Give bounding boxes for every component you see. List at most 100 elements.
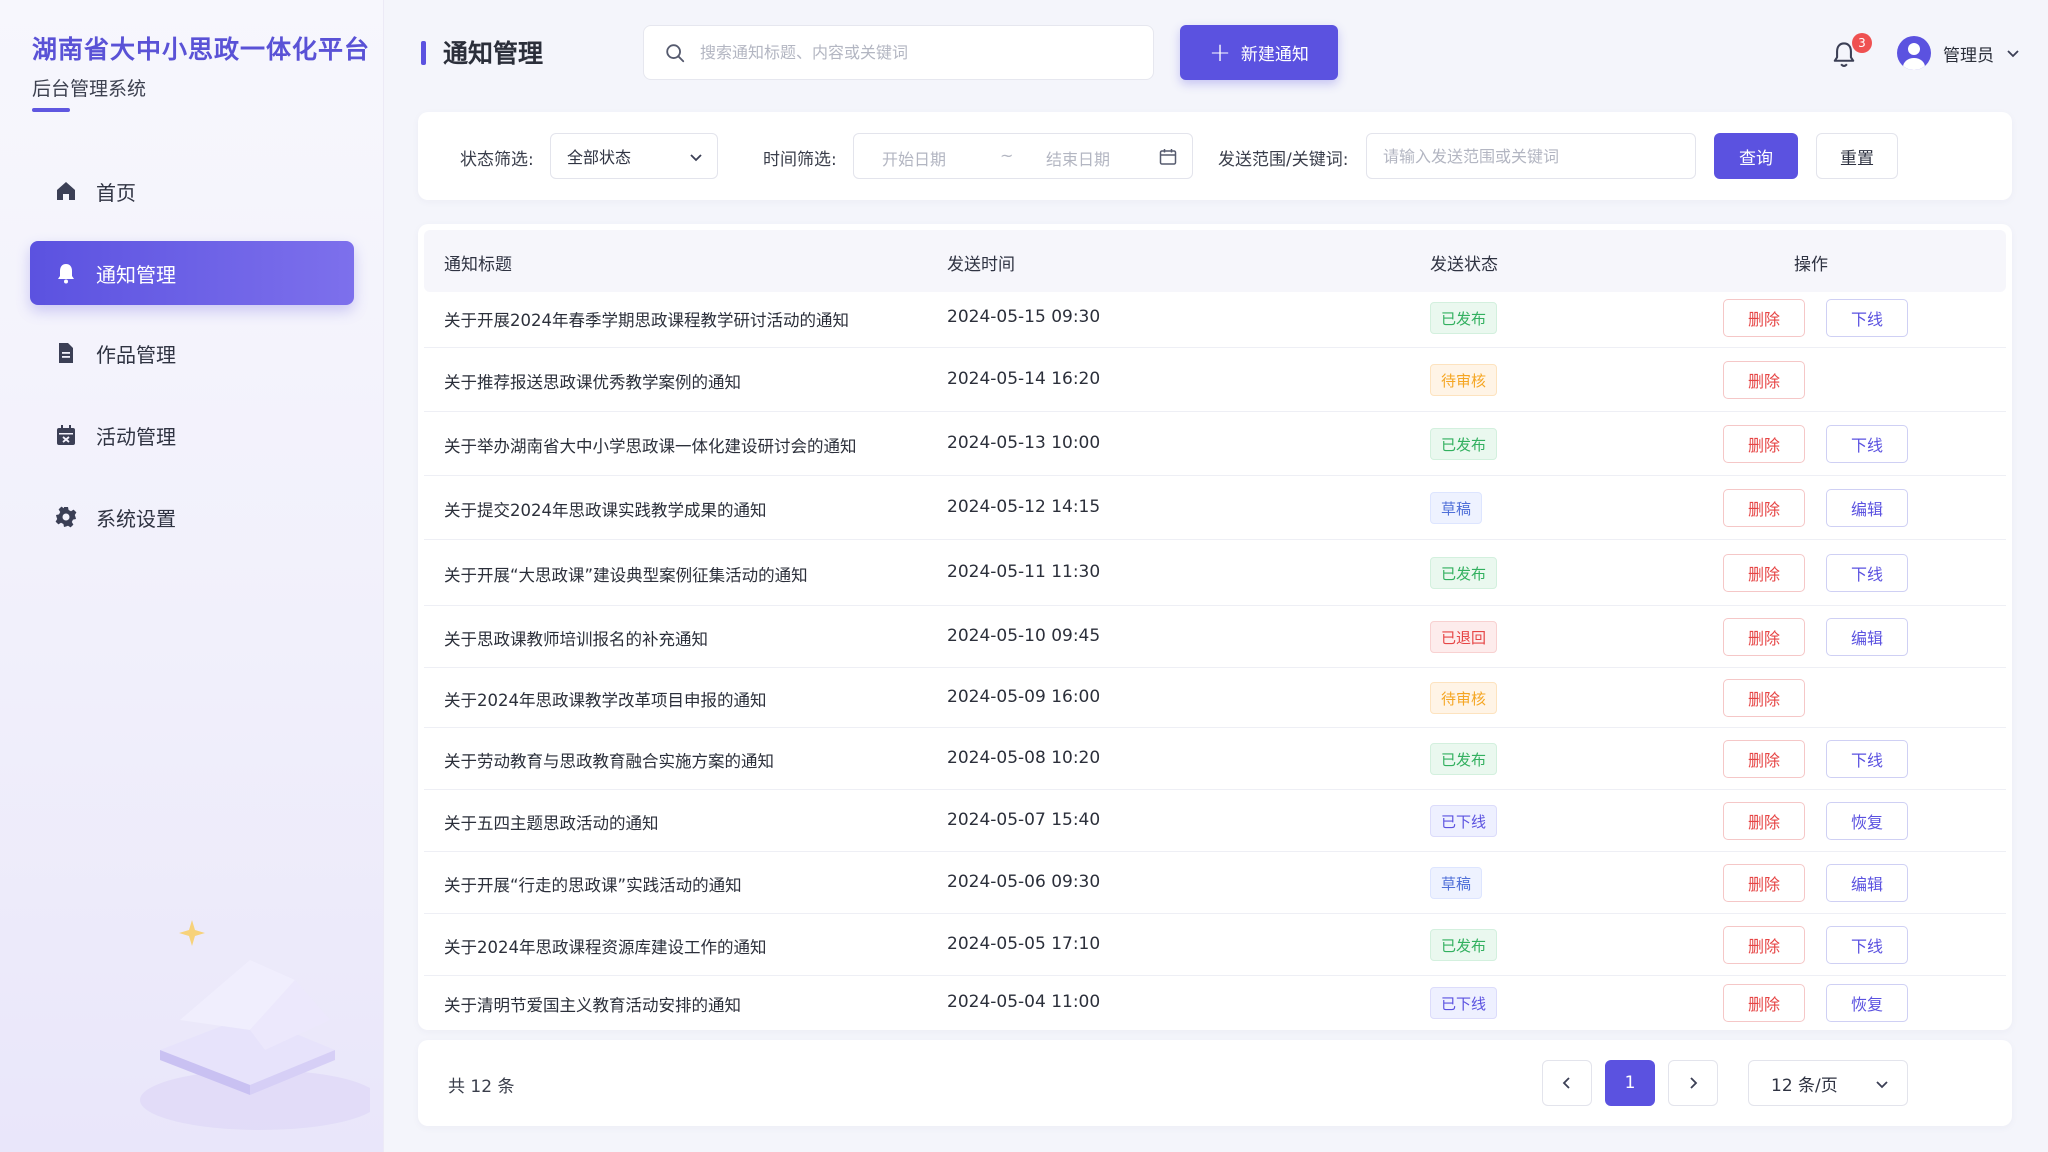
delete-button[interactable]: 删除 — [1723, 864, 1805, 902]
page-size-value: 12 条/页 — [1771, 1075, 1838, 1096]
chevron-down-icon — [2007, 50, 2019, 58]
delete-button[interactable]: 删除 — [1723, 926, 1805, 964]
pagination-bar: 共 12 条 1 12 条/页 — [418, 1040, 2012, 1126]
sidebar-item-home[interactable]: 首页 — [30, 159, 354, 223]
delete-button[interactable]: 删除 — [1723, 984, 1805, 1022]
row-action-button[interactable]: 编辑 — [1826, 864, 1908, 902]
sidebar-item-activities[interactable]: 活动管理 — [30, 403, 354, 467]
table-row: 关于举办湖南省大中小学思政课一体化建设研讨会的通知 2024-05-13 10:0… — [424, 412, 2006, 476]
send-time: 2024-05-12 14:15 — [947, 497, 1101, 517]
page-size-select[interactable]: 12 条/页 — [1748, 1060, 1908, 1106]
page-title-accent — [421, 41, 426, 65]
delete-button[interactable]: 删除 — [1723, 299, 1805, 337]
bell-icon — [52, 259, 80, 287]
send-time: 2024-05-10 09:45 — [947, 626, 1101, 646]
send-time: 2024-05-09 16:00 — [947, 687, 1101, 707]
search-box — [643, 25, 1154, 80]
reset-button[interactable]: 重置 — [1816, 133, 1898, 179]
status-badge: 已下线 — [1430, 805, 1498, 837]
user-name: 管理员 — [1943, 45, 1994, 66]
delete-button[interactable]: 删除 — [1723, 425, 1805, 463]
row-action-button[interactable]: 下线 — [1826, 425, 1908, 463]
book-illustration — [140, 920, 370, 1130]
row-action-button[interactable]: 恢复 — [1826, 802, 1908, 840]
search-icon — [666, 43, 685, 62]
row-action-button[interactable]: 编辑 — [1826, 618, 1908, 656]
chevron-down-icon — [690, 154, 702, 162]
next-page-button[interactable] — [1668, 1060, 1718, 1106]
notification-title: 关于开展“行走的思政课”实践活动的通知 — [444, 876, 742, 895]
table-row: 关于提交2024年思政课实践教学成果的通知 2024-05-12 14:15 草稿 删… — [424, 476, 2006, 540]
row-action-button[interactable]: 下线 — [1826, 740, 1908, 778]
table-row: 关于推荐报送思政课优秀教学案例的通知 2024-05-14 16:20 待审核 删除 — [424, 348, 2006, 412]
chevron-left-icon — [1562, 1077, 1570, 1089]
table-row: 关于清明节爱国主义教育活动安排的通知 2024-05-04 11:00 已下线 删除恢… — [424, 976, 2006, 1030]
notification-table: 通知标题 发送时间 发送状态 操作 关于开展2024年春季学期思政课程教学研讨活… — [418, 224, 2012, 1030]
page-title: 通知管理 — [443, 39, 544, 68]
status-badge: 待审核 — [1430, 364, 1498, 396]
new-notification-button[interactable]: + 新建通知 — [1180, 25, 1338, 80]
status-badge: 已发布 — [1430, 302, 1498, 334]
row-action-button[interactable]: 编辑 — [1826, 489, 1908, 527]
column-header-title: 通知标题 — [444, 255, 512, 275]
delete-button[interactable]: 删除 — [1723, 618, 1805, 656]
chevron-down-icon — [1876, 1081, 1888, 1089]
calendar-icon — [1159, 149, 1177, 165]
status-badge: 待审核 — [1430, 682, 1498, 714]
notification-title: 关于开展2024年春季学期思政课程教学研讨活动的通知 — [444, 311, 849, 330]
total-count: 共 12 条 — [448, 1077, 515, 1097]
delete-button[interactable]: 删除 — [1723, 489, 1805, 527]
sidebar-item-settings[interactable]: 系统设置 — [30, 485, 354, 549]
status-badge: 草稿 — [1430, 867, 1483, 899]
calendar-icon — [52, 421, 80, 449]
page-number-button[interactable]: 1 — [1605, 1060, 1655, 1106]
notification-title: 关于清明节爱国主义教育活动安排的通知 — [444, 996, 741, 1015]
row-action-button[interactable]: 恢复 — [1826, 984, 1908, 1022]
date-range-picker[interactable]: 开始日期 ~ 结束日期 — [853, 133, 1193, 179]
send-time: 2024-05-06 09:30 — [947, 872, 1101, 892]
notification-title: 关于思政课教师培训报名的补充通知 — [444, 630, 708, 649]
send-time: 2024-05-05 17:10 — [947, 934, 1101, 954]
status-badge: 已发布 — [1430, 743, 1498, 775]
document-icon — [52, 339, 80, 367]
gear-icon — [52, 503, 80, 531]
delete-button[interactable]: 删除 — [1723, 554, 1805, 592]
notification-title: 关于2024年思政课程资源库建设工作的通知 — [444, 938, 767, 957]
column-header-actions: 操作 — [1794, 255, 1828, 275]
notification-title: 关于推荐报送思政课优秀教学案例的通知 — [444, 373, 741, 392]
row-action-button[interactable]: 下线 — [1826, 926, 1908, 964]
delete-button[interactable]: 删除 — [1723, 802, 1805, 840]
delete-button[interactable]: 删除 — [1723, 361, 1805, 399]
table-row: 关于开展“大思政课”建设典型案例征集活动的通知 2024-05-11 11:30 已… — [424, 540, 2006, 606]
status-badge: 已下线 — [1430, 987, 1498, 1019]
prev-page-button[interactable] — [1542, 1060, 1592, 1106]
brand-title: 湖南省大中小思政一体化平台 — [32, 35, 371, 64]
query-button[interactable]: 查询 — [1714, 133, 1798, 179]
notification-title: 关于2024年思政课教学改革项目申报的通知 — [444, 691, 767, 710]
new-notification-label: 新建通知 — [1240, 45, 1309, 65]
search-input[interactable] — [700, 43, 1120, 62]
sidebar-item-notifications[interactable]: 通知管理 — [30, 241, 354, 305]
notification-count-badge: 3 — [1852, 33, 1872, 53]
delete-button[interactable]: 删除 — [1723, 740, 1805, 778]
status-badge: 已发布 — [1430, 557, 1498, 589]
send-time: 2024-05-15 09:30 — [947, 307, 1101, 327]
table-row: 关于劳动教育与思政教育融合实施方案的通知 2024-05-08 10:20 已发布 删… — [424, 728, 2006, 790]
user-menu[interactable]: 管理员 — [1897, 36, 2020, 70]
sidebar-item-label: 系统设置 — [96, 506, 176, 531]
row-action-button[interactable]: 下线 — [1826, 554, 1908, 592]
send-time: 2024-05-04 11:00 — [947, 992, 1101, 1012]
filter-panel: 状态筛选: 全部状态 时间筛选: 开始日期 ~ 结束日期 发送范围/关键词: 查… — [418, 112, 2012, 200]
status-select-value: 全部状态 — [567, 148, 632, 167]
status-filter-label: 状态筛选: — [460, 150, 534, 170]
time-filter-label: 时间筛选: — [763, 150, 837, 170]
notification-title: 关于五四主题思政活动的通知 — [444, 814, 659, 833]
row-action-button[interactable]: 下线 — [1826, 299, 1908, 337]
start-date-placeholder: 开始日期 — [882, 150, 947, 169]
send-time: 2024-05-07 15:40 — [947, 810, 1101, 830]
delete-button[interactable]: 删除 — [1723, 679, 1805, 717]
send-time: 2024-05-08 10:20 — [947, 748, 1101, 768]
status-select[interactable]: 全部状态 — [550, 133, 718, 179]
sidebar-item-works[interactable]: 作品管理 — [30, 321, 354, 385]
keyword-input[interactable] — [1366, 133, 1696, 179]
